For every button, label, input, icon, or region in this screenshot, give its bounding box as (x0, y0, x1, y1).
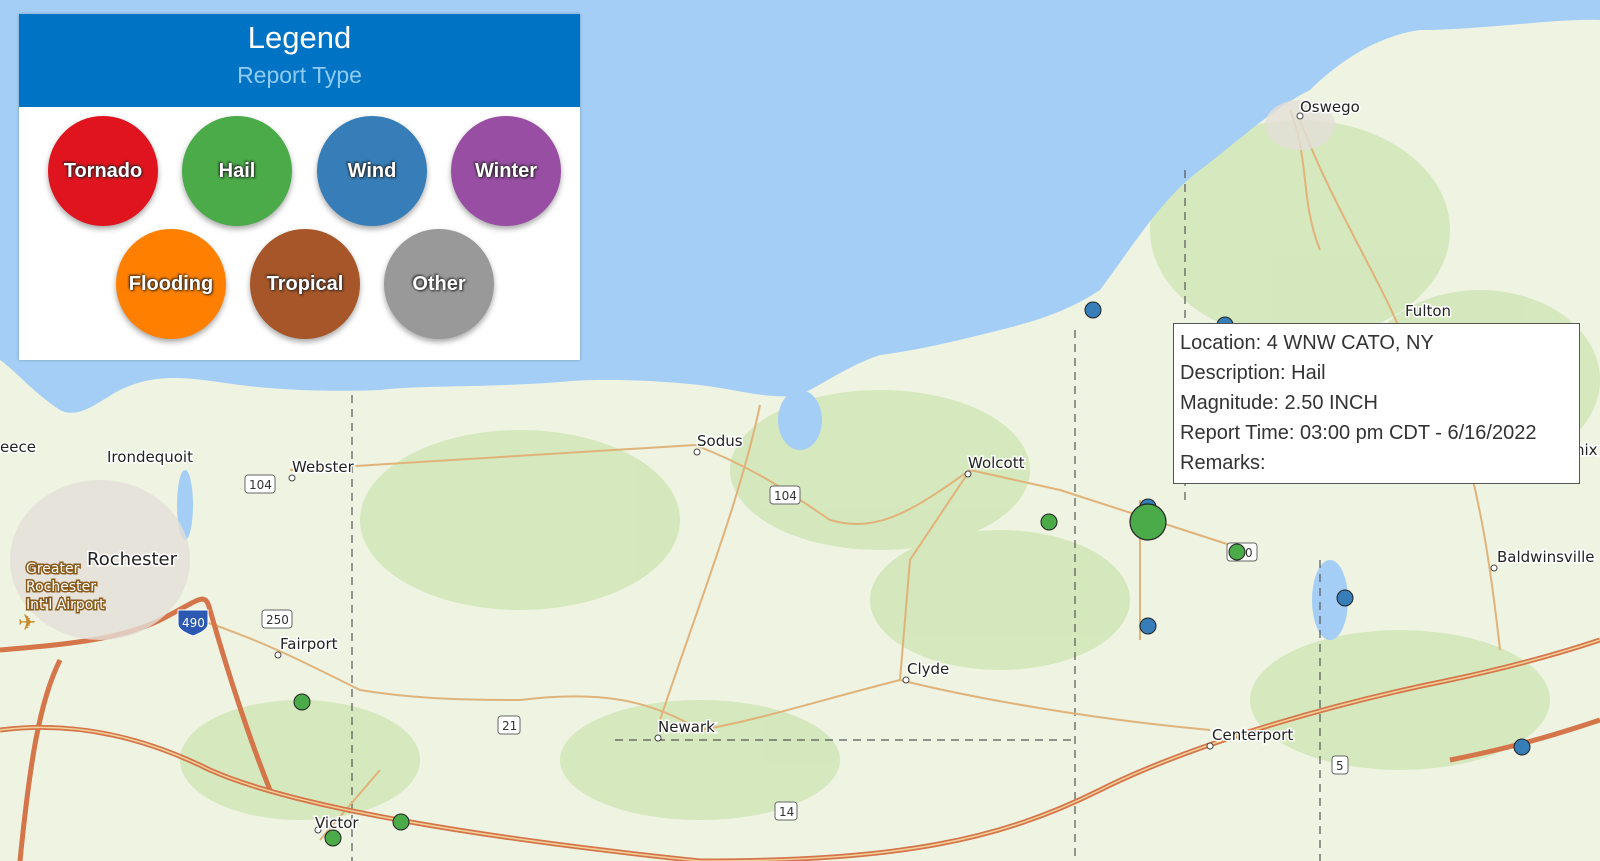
svg-text:0: 0 (1245, 546, 1253, 560)
place-label: Webster (292, 458, 355, 476)
place-label: eece (0, 438, 36, 456)
place-label: Fulton (1405, 302, 1451, 320)
legend-other-button[interactable]: Other (384, 229, 494, 339)
legend-winter-button[interactable]: Winter (451, 116, 561, 226)
place-label: Rochester (87, 549, 178, 570)
popup-report-time: Report Time: 03:00 pm CDT - 6/16/2022 (1180, 422, 1537, 444)
legend-title: Legend (247, 20, 352, 55)
place-label: Fairport (280, 635, 338, 653)
hail-report-marker[interactable] (1040, 513, 1058, 531)
svg-text:Greater: Greater (26, 561, 80, 577)
route-shield: 104 (769, 485, 801, 505)
legend-label: Wind (347, 159, 397, 182)
legend-subtitle: Report Type (237, 62, 362, 88)
legend-label: Winter (474, 159, 538, 182)
svg-text:250: 250 (266, 613, 289, 627)
legend-tornado-button[interactable]: Tornado (48, 116, 158, 226)
place-label: Baldwinsville (1497, 548, 1595, 566)
svg-text:5: 5 (1336, 759, 1344, 773)
place-label: Centerport (1212, 726, 1293, 744)
popup-location: Location: 4 WNW CATO, NY (1180, 332, 1434, 354)
wind-report-marker[interactable] (1336, 589, 1354, 607)
wind-report-marker[interactable] (1084, 301, 1102, 319)
wind-report-marker[interactable] (1513, 738, 1531, 756)
place-label: Irondequoit (107, 448, 193, 466)
svg-text:104: 104 (249, 478, 272, 492)
place-label: Sodus (697, 432, 743, 450)
legend-wind-button[interactable]: Wind (317, 116, 427, 226)
route-shield: 250 (261, 609, 293, 629)
legend-label: Flooding (128, 272, 214, 295)
svg-text:Rochester: Rochester (26, 579, 96, 595)
svg-text:14: 14 (779, 805, 794, 819)
hail-report-marker[interactable] (324, 829, 342, 847)
legend-label: Other (412, 272, 466, 295)
report-popup: Location: 4 WNW CATO, NY Description: Ha… (1173, 323, 1580, 484)
hail-report-marker[interactable] (392, 813, 410, 831)
place-label: Victor (315, 814, 359, 832)
airplane-icon: ✈ (18, 610, 36, 635)
svg-text:104: 104 (774, 489, 797, 503)
popup-description: Description: Hail (1180, 362, 1326, 384)
route-shield: 14 (774, 801, 798, 821)
svg-text:490: 490 (182, 616, 205, 630)
legend-header: Legend Report Type (19, 14, 580, 107)
route-shield: 5 (1331, 755, 1349, 775)
hail-report-marker-selected[interactable] (1129, 503, 1167, 541)
sodus-bay (778, 390, 822, 450)
place-label: Wolcott (968, 454, 1025, 472)
legend-flooding-button[interactable]: Flooding (116, 229, 226, 339)
popup-magnitude: Magnitude: 2.50 INCH (1180, 392, 1378, 414)
wind-report-marker[interactable] (1139, 617, 1157, 635)
legend-label: Tropical (266, 272, 344, 295)
legend-hail-button[interactable]: Hail (182, 116, 292, 226)
legend-label: Tornado (63, 159, 143, 182)
legend-tropical-button[interactable]: Tropical (250, 229, 360, 339)
route-shield: 104 (244, 474, 276, 494)
legend-panel: Legend Report Type Tornado Hail Wind Win… (19, 14, 580, 360)
place-label: Newark (658, 718, 715, 736)
legend-label: Hail (218, 159, 256, 182)
hail-report-marker[interactable] (1228, 543, 1246, 561)
place-label: Clyde (907, 660, 949, 678)
popup-remarks: Remarks: (1180, 452, 1266, 474)
place-label: Oswego (1300, 98, 1360, 116)
route-shield: 21 (497, 715, 521, 735)
svg-text:21: 21 (502, 719, 517, 733)
hail-report-marker[interactable] (293, 693, 311, 711)
svg-text:Int'l Airport: Int'l Airport (26, 597, 105, 613)
